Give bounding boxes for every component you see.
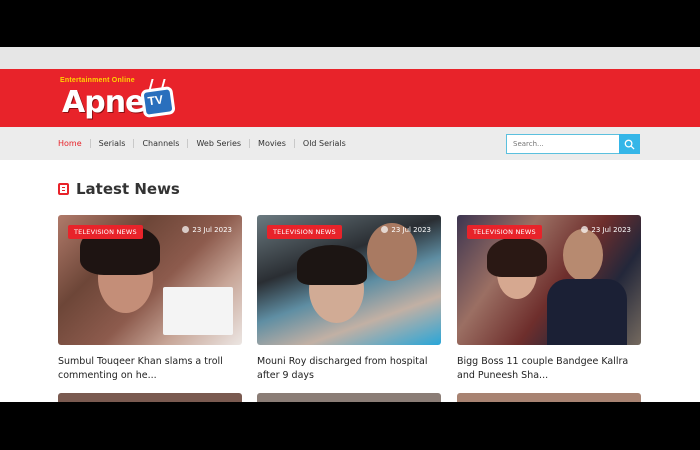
category-badge[interactable]: TELEVISION NEWS: [68, 225, 143, 239]
news-headline[interactable]: Sumbul Touqeer Khan slams a troll commen…: [58, 355, 242, 383]
nav-item-old-serials[interactable]: Old Serials: [293, 139, 354, 148]
news-thumbnail[interactable]: TELEVISION NEWS 23 Jul 2023: [58, 215, 242, 345]
tv-icon: TV: [140, 85, 176, 119]
site-logo[interactable]: Entertainment Online Apne TV: [58, 75, 176, 125]
logo-tagline: Entertainment Online: [60, 77, 135, 84]
search-input[interactable]: [506, 134, 619, 154]
nav-item-channels[interactable]: Channels: [133, 139, 187, 148]
nav-item-serials[interactable]: Serials: [89, 139, 134, 148]
logo-wordmark: Apne: [62, 85, 145, 120]
news-thumbnail[interactable]: TELEVISION NEWS 23 Jul 2023: [257, 215, 441, 345]
nav-item-movies[interactable]: Movies: [249, 139, 294, 148]
section-title: Latest News: [76, 180, 180, 198]
news-thumbnail[interactable]: [257, 393, 441, 402]
logo-tv-label: TV: [146, 92, 164, 109]
news-headline[interactable]: Mouni Roy discharged from hospital after…: [257, 355, 441, 383]
category-badge[interactable]: TELEVISION NEWS: [467, 225, 542, 239]
news-icon: [58, 183, 69, 195]
main-navigation: Home Serials Channels Web Series Movies …: [0, 127, 700, 160]
news-date: 23 Jul 2023: [182, 226, 232, 234]
page: Entertainment Online Apne TV Home Serial…: [0, 47, 700, 402]
news-thumbnail[interactable]: [58, 393, 242, 402]
news-card[interactable]: TELEVISION NEWS 23 Jul 2023 Mouni Roy di…: [257, 215, 441, 383]
top-strip: [0, 47, 700, 69]
search-bar: [506, 134, 640, 154]
news-date: 23 Jul 2023: [381, 226, 431, 234]
category-badge[interactable]: TELEVISION NEWS: [267, 225, 342, 239]
news-headline[interactable]: Bigg Boss 11 couple Bandgee Kallra and P…: [457, 355, 641, 383]
news-date: 23 Jul 2023: [581, 226, 631, 234]
brand-bar: Entertainment Online Apne TV: [0, 69, 700, 127]
news-card[interactable]: TELEVISION NEWS 23 Jul 2023 Sumbul Touqe…: [58, 215, 242, 383]
nav-item-web-series[interactable]: Web Series: [187, 139, 249, 148]
news-thumbnail[interactable]: [457, 393, 641, 402]
search-button[interactable]: [619, 134, 640, 154]
news-card[interactable]: TELEVISION NEWS 23 Jul 2023 Bigg Boss 11…: [457, 215, 641, 383]
news-thumbnail[interactable]: TELEVISION NEWS 23 Jul 2023: [457, 215, 641, 345]
search-icon: [624, 139, 635, 150]
nav-item-home[interactable]: Home: [58, 139, 90, 148]
section-header: Latest News: [58, 180, 180, 198]
